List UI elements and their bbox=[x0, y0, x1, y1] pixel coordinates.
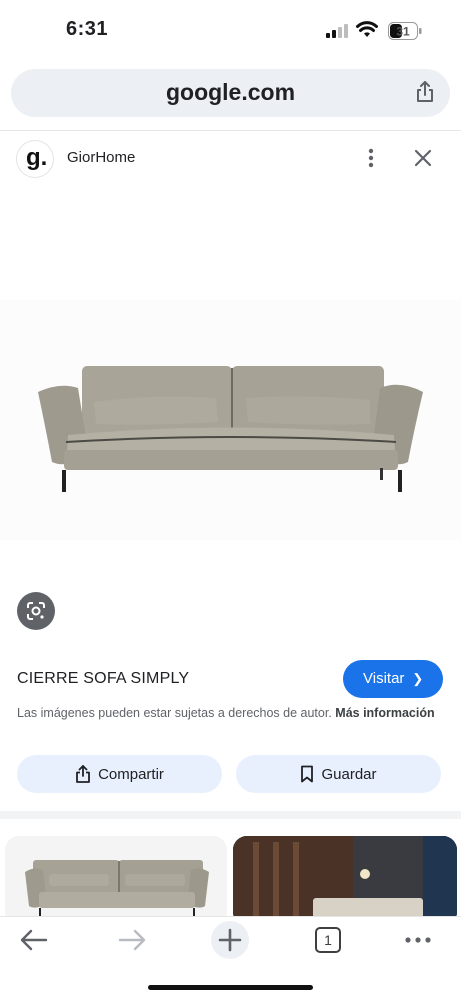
tabs-icon[interactable]: 1 bbox=[315, 927, 341, 953]
tab-count: 1 bbox=[324, 932, 332, 948]
share-icon[interactable] bbox=[415, 81, 435, 108]
related-image[interactable] bbox=[233, 836, 457, 926]
bookmark-icon bbox=[301, 765, 314, 783]
home-indicator[interactable] bbox=[148, 985, 313, 990]
product-image[interactable] bbox=[0, 300, 461, 540]
copyright-notice: Las imágenes pueden estar sujetas a dere… bbox=[17, 704, 437, 722]
source-logo-letter: g. bbox=[26, 144, 48, 171]
wifi-icon bbox=[356, 20, 378, 43]
related-image[interactable] bbox=[5, 836, 227, 926]
visit-label: Visitar bbox=[363, 670, 405, 687]
new-tab-icon[interactable] bbox=[211, 921, 249, 959]
status-time: 6:31 bbox=[66, 18, 109, 40]
more-horiz-icon[interactable] bbox=[405, 937, 431, 943]
forward-icon[interactable] bbox=[118, 929, 146, 951]
share-button[interactable]: Compartir bbox=[17, 755, 222, 793]
copyright-text: Las imágenes pueden estar sujetas a dere… bbox=[17, 706, 332, 720]
share-icon bbox=[76, 765, 90, 783]
section-divider bbox=[0, 811, 461, 819]
divider bbox=[0, 130, 461, 131]
visit-button[interactable]: Visitar ❯ bbox=[343, 660, 443, 698]
product-title: CIERRE SOFA SIMPLY bbox=[17, 670, 190, 687]
url-text[interactable]: google.com bbox=[0, 79, 461, 106]
save-label: Guardar bbox=[321, 765, 377, 783]
more-info-link[interactable]: Más información bbox=[335, 706, 434, 720]
lens-button[interactable] bbox=[17, 592, 55, 630]
more-vert-icon[interactable] bbox=[360, 146, 382, 175]
source-name[interactable]: GiorHome bbox=[67, 149, 135, 166]
chevron-right-icon: ❯ bbox=[412, 671, 424, 686]
lens-icon bbox=[27, 602, 45, 620]
close-icon[interactable] bbox=[412, 146, 434, 175]
save-button[interactable]: Guardar bbox=[236, 755, 441, 793]
battery-level: 31 bbox=[396, 25, 410, 39]
source-logo[interactable]: g. bbox=[17, 141, 53, 177]
signal-icon bbox=[326, 24, 348, 43]
battery-icon: 31 bbox=[388, 22, 422, 45]
share-label: Compartir bbox=[98, 765, 164, 783]
back-icon[interactable] bbox=[20, 929, 48, 951]
